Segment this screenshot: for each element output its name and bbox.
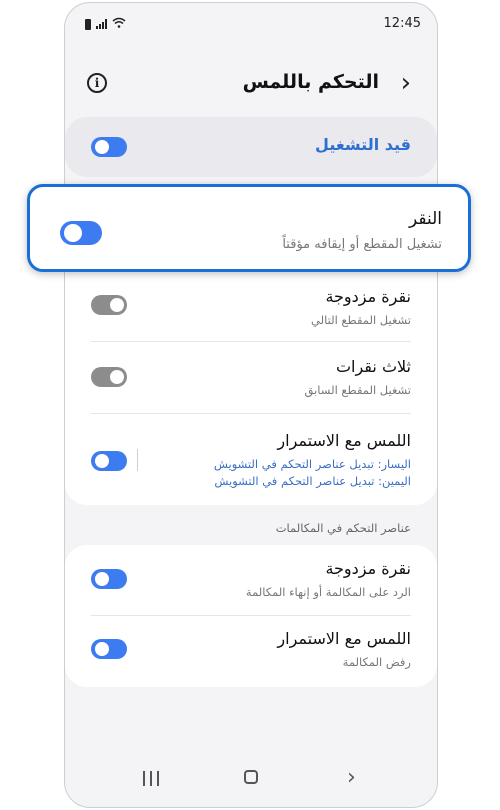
call-controls-card: نقرة مزدوجة الرد على المكالمة أو إنهاء ا… [65, 545, 437, 687]
wifi-icon [112, 17, 126, 31]
status-time: 12:45 [383, 16, 421, 31]
back-icon[interactable]: › [347, 765, 356, 790]
list-item-sub: الرد على المكالمة أو إنهاء المكالمة [245, 585, 411, 599]
list-item-triple-tap[interactable]: ثلاث نقرات تشغيل المقطع السابق [65, 351, 437, 413]
list-item-touch-hold[interactable]: اللمس مع الاستمرار اليسار: تبديل عناصر ا… [65, 423, 437, 499]
phone-screen: 12:45 i التحكم باللمس › قيد التشغيل نقرة… [64, 2, 438, 808]
master-switch-label: قيد التشغيل [315, 135, 411, 154]
list-item-sub-right: اليمين: تبديل عناصر التحكم في التشويش [214, 474, 411, 488]
divider [91, 413, 411, 414]
list-item-call-double-tap[interactable]: نقرة مزدوجة الرد على المكالمة أو إنهاء ا… [65, 553, 437, 615]
highlighted-tap-row[interactable]: النقر تشغيل المقطع أو إيقافه مؤقتاً [27, 184, 471, 272]
tap-sub: تشغيل المقطع أو إيقافه مؤقتاً [282, 237, 442, 252]
list-item-call-touch-hold[interactable]: اللمس مع الاستمرار رفض المكالمة [65, 623, 437, 685]
list-item-sub-left: اليسار: تبديل عناصر التحكم في التشويش [213, 457, 411, 471]
list-item-label: اللمس مع الاستمرار [277, 629, 411, 648]
master-switch-card[interactable]: قيد التشغيل [65, 117, 437, 177]
touch-hold-toggle[interactable] [91, 451, 127, 471]
battery-icon [85, 18, 91, 30]
tap-label: النقر [408, 209, 442, 229]
master-toggle[interactable] [91, 137, 127, 157]
list-item-label: اللمس مع الاستمرار [277, 431, 411, 450]
list-item-label: نقرة مزدوجة [325, 559, 411, 578]
divider-vertical [137, 449, 138, 471]
section-header-calls: عناصر التحكم في المكالمات [275, 521, 411, 535]
recents-icon[interactable] [143, 771, 159, 786]
divider [91, 341, 411, 342]
list-item-label: ثلاث نقرات [335, 357, 411, 376]
call-double-tap-toggle[interactable] [91, 569, 127, 589]
info-icon[interactable]: i [87, 73, 107, 93]
list-item-sub: رفض المكالمة [342, 655, 411, 669]
divider [91, 615, 411, 616]
status-bar: 12:45 [65, 3, 437, 47]
tap-toggle[interactable] [60, 221, 102, 245]
double-tap-toggle[interactable] [91, 295, 127, 315]
call-touch-hold-toggle[interactable] [91, 639, 127, 659]
navigation-bar: › [65, 751, 437, 807]
list-item-label: نقرة مزدوجة [325, 287, 411, 306]
triple-tap-toggle[interactable] [91, 367, 127, 387]
page-header: i التحكم باللمس › [65, 61, 437, 109]
chevron-right-icon[interactable]: › [401, 70, 411, 96]
home-icon[interactable] [244, 770, 258, 784]
status-icons [85, 17, 126, 31]
list-item-sub: تشغيل المقطع السابق [304, 383, 411, 397]
list-item-double-tap[interactable]: نقرة مزدوجة تشغيل المقطع التالي [65, 281, 437, 343]
signal-icon [96, 19, 107, 29]
list-item-sub: تشغيل المقطع التالي [311, 313, 411, 327]
page-title: التحكم باللمس [242, 71, 379, 93]
master-switch-row[interactable]: قيد التشغيل [65, 117, 437, 177]
